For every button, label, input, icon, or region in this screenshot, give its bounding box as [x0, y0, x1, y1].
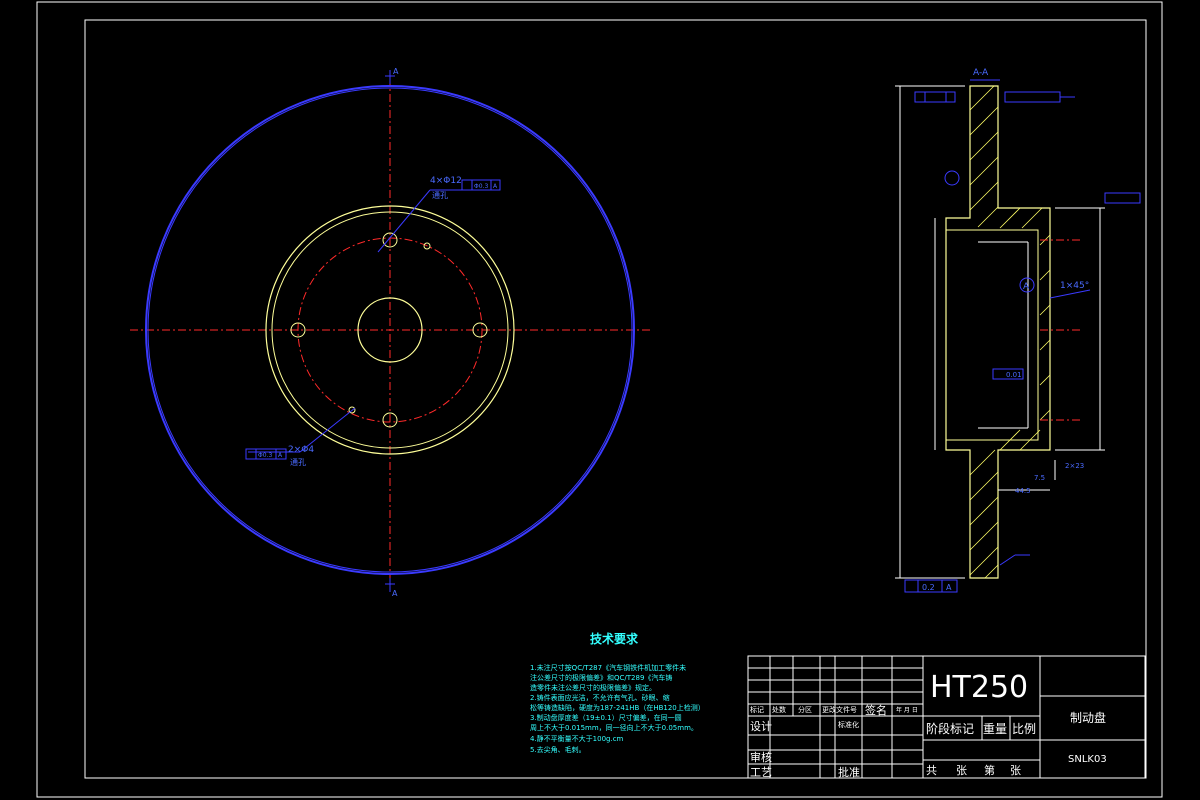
datum-a-label: A	[1023, 282, 1030, 292]
callout-holes-4x12: 4×Φ12	[430, 176, 462, 186]
drawing-number: SNLK03	[1068, 754, 1107, 765]
label-scale: 比例	[1012, 722, 1036, 736]
hatch-lower	[969, 429, 1041, 579]
cad-drawing: A A 4×Φ12 通孔 Φ0.3 A 2×Φ4 通孔 Φ0.3 A A-A 0…	[36, 1, 1163, 798]
part-name: 制动盘	[1070, 710, 1106, 725]
tech-line-1: 1.未注尺寸按QC/T287《汽车钢铁件机加工零件未	[530, 663, 686, 672]
rev-header-6: 年 月 日	[896, 706, 918, 714]
view-mark-top: A	[393, 67, 399, 76]
dim-7: 7.5	[1034, 474, 1045, 482]
tech-line-9: 5.去尖角、毛刺。	[530, 745, 586, 754]
tech-line-8: 4.静不平衡量不大于100g.cm	[530, 734, 624, 743]
label-sheet-unit2: 张	[1010, 764, 1021, 777]
tech-line-5: 松等铸造缺陷，硬度为187-241HB（在HB120上检测）	[530, 703, 705, 712]
front-view: A A 4×Φ12 通孔 Φ0.3 A 2×Φ4 通孔 Φ0.3 A	[130, 67, 650, 598]
tech-line-2: 注公差尺寸的极限偏差》和QC/T289《汽车铸	[530, 673, 672, 682]
label-weight: 重量	[983, 722, 1007, 736]
rev-header-3: 分区	[798, 705, 812, 714]
rev-header-1: 标记	[750, 705, 764, 714]
rev-header-2: 处数	[772, 705, 786, 714]
rev-header-4: 更改文件号	[822, 705, 857, 714]
runout-bottom-datum: A	[946, 583, 952, 592]
dim-44: 44.5	[1015, 487, 1031, 495]
title-block: 标记 处数 分区 更改文件号 签名 年 月 日 设计 标准化 审核 工艺 批准 …	[747, 655, 1146, 779]
callout-holes-2x4-note: 通孔	[290, 457, 306, 467]
tech-line-7: 周上不大于0.015mm，同一径向上不大于0.05mm。	[530, 723, 698, 732]
callout-holes-4x12-note: 通孔	[432, 190, 448, 200]
section-label: A-A	[973, 68, 989, 78]
tech-line-6: 3.制动盘厚度差（19±0.1）尺寸偏差，在同一圆	[530, 713, 682, 722]
tech-title: 技术要求	[590, 631, 639, 646]
label-process: 工艺	[750, 766, 772, 779]
callout-holes-2x4: 2×Φ4	[288, 445, 314, 455]
tol-pos-lower: Φ0.3	[258, 452, 272, 459]
flatness-value: 0.01	[1006, 371, 1022, 379]
label-stage-mark: 阶段标记	[926, 721, 974, 736]
label-sheet-no: 第	[984, 763, 995, 777]
dim-2x23: 2×23	[1065, 462, 1084, 470]
hatch-upper	[969, 85, 1043, 229]
material: HT250	[930, 670, 1028, 705]
tol-pos-lower-datum: A	[278, 452, 283, 459]
tech-requirements: 技术要求 1.未注尺寸按QC/T287《汽车钢铁件机加工零件未 注公差尺寸的极限…	[530, 631, 705, 754]
tech-line-4: 2.铸件表面应光洁，不允许有气孔、砂眼、缩	[530, 693, 670, 702]
tech-line-3: 造零件未注公差尺寸的极限偏差》规定。	[530, 683, 656, 692]
runout-bottom: 0.2	[922, 583, 935, 592]
label-approve: 批准	[838, 765, 860, 779]
tol-pos-upper-datum: A	[493, 183, 498, 190]
label-sheet-unit: 张	[956, 764, 967, 777]
rev-header-5: 签名	[865, 703, 887, 717]
label-standardize: 标准化	[838, 720, 859, 729]
chamfer-label: 1×45°	[1060, 281, 1089, 291]
tol-pos-upper: Φ0.3	[474, 183, 488, 190]
section-view: A-A 0.01 0.2 A A 1×45° 2×23 44.5 7.5	[895, 68, 1141, 593]
label-review: 审核	[750, 750, 772, 764]
label-sheet-total: 共	[926, 764, 937, 777]
label-design: 设计	[750, 720, 772, 733]
view-mark-bottom: A	[392, 589, 398, 598]
